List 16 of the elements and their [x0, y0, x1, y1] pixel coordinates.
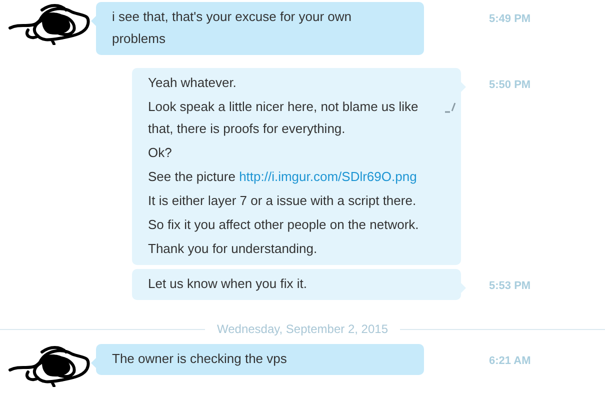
- message-text: Ok?: [148, 144, 173, 162]
- message-time: 5:50 PM: [489, 78, 531, 91]
- message-time: 5:53 PM: [489, 279, 531, 292]
- message-time: 6:21 AM: [489, 354, 531, 367]
- message-text: Thank you for understanding.: [148, 240, 318, 258]
- message-text: The owner is checking the vps: [112, 350, 288, 368]
- message-text: Look speak a little nicer here, not blame us like that, there is proofs for everything.: [148, 98, 420, 138]
- message-text: i see that, that's your excuse for your own problems: [112, 8, 352, 48]
- message-text: It is either layer 7 or a issue with a script there.: [148, 192, 418, 210]
- date-separator-label: Wednesday, September 2, 2015: [216, 321, 389, 338]
- message-link[interactable]: http://i.imgur.com/SDlr69O.png: [239, 169, 417, 184]
- message-time: 5:49 PM: [489, 12, 531, 25]
- message-text: See the picture http://i.imgur.com/SDlr69O.png: [148, 168, 418, 186]
- message-text: Let us know when you fix it.: [148, 275, 308, 293]
- message-text: Yeah whatever.: [148, 74, 238, 92]
- message-text: So fix it you affect other people on the network.: [148, 216, 420, 234]
